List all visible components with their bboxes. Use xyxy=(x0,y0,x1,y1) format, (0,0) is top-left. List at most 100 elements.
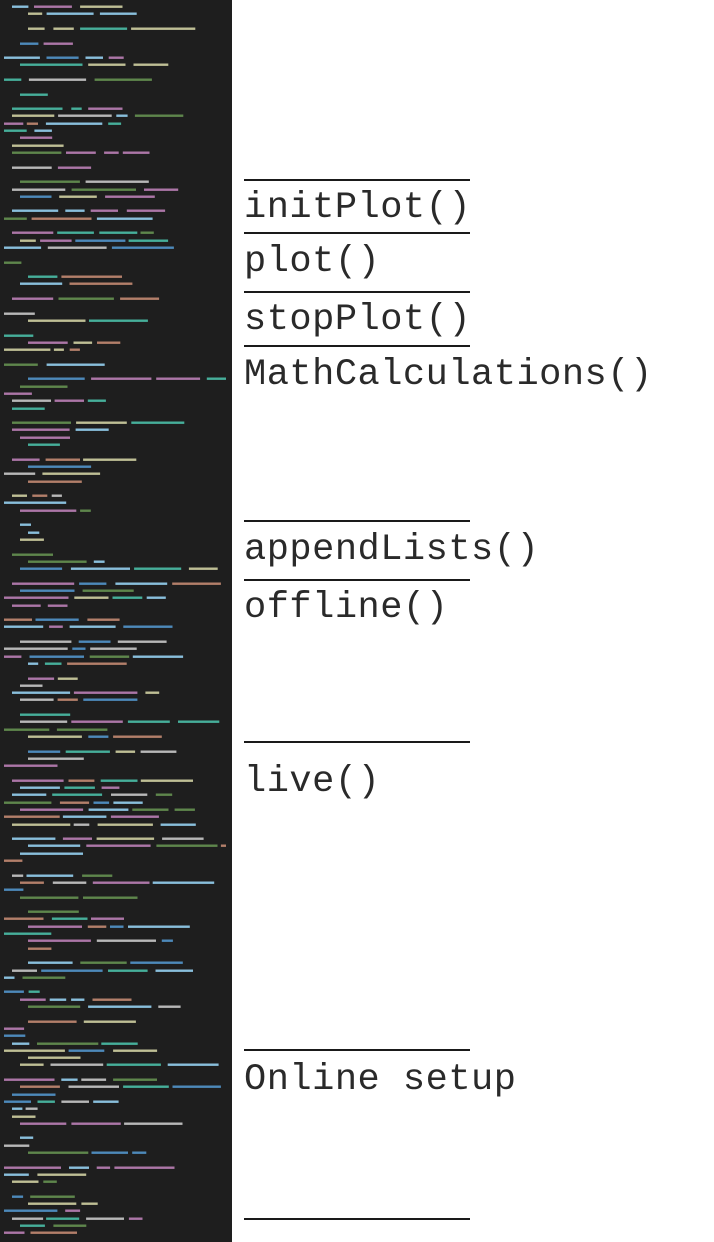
code-line-segment xyxy=(12,604,41,607)
code-line-segment xyxy=(20,640,72,643)
code-line-segment xyxy=(51,494,62,497)
code-line-segment xyxy=(4,596,69,599)
code-line-segment xyxy=(20,282,63,285)
code-line-segment xyxy=(52,881,87,884)
code-line-segment xyxy=(99,12,137,15)
code-line-segment xyxy=(167,1063,219,1066)
code-line-segment xyxy=(132,808,169,811)
section-label-stopplot: stopPlot() xyxy=(244,299,472,341)
code-line-segment xyxy=(4,1034,26,1037)
code-line-segment xyxy=(112,596,143,599)
code-line-segment xyxy=(12,1093,56,1096)
code-line-segment xyxy=(12,209,59,212)
code-line-segment xyxy=(134,567,182,570)
code-line-segment xyxy=(88,63,126,66)
code-line-segment xyxy=(4,647,68,650)
code-line-segment xyxy=(4,56,40,59)
code-line-segment xyxy=(96,837,155,840)
code-line-segment xyxy=(4,1144,30,1147)
code-line-segment xyxy=(73,691,138,694)
code-line-segment xyxy=(117,640,167,643)
code-line-segment xyxy=(20,589,75,592)
code-line-segment xyxy=(12,1217,44,1220)
code-line-segment xyxy=(28,319,86,322)
code-line-segment xyxy=(12,494,27,497)
code-line-segment xyxy=(56,728,108,731)
code-line-segment xyxy=(20,1085,60,1088)
code-line-segment xyxy=(96,939,156,942)
code-line-segment xyxy=(28,531,40,534)
code-line-segment xyxy=(78,640,111,643)
code-line-segment xyxy=(86,1217,124,1220)
code-line-segment xyxy=(28,757,84,760)
code-line-segment xyxy=(80,961,127,964)
code-line-segment xyxy=(115,582,168,585)
code-line-segment xyxy=(172,582,221,585)
code-line-segment xyxy=(58,297,114,300)
code-line-segment xyxy=(79,582,107,585)
code-line-segment xyxy=(12,458,40,461)
code-line-segment xyxy=(88,107,123,110)
code-line-segment xyxy=(20,786,60,789)
code-line-segment xyxy=(68,1049,105,1052)
code-line-segment xyxy=(45,458,80,461)
code-line-segment xyxy=(28,12,43,15)
code-line-segment xyxy=(69,282,133,285)
code-line-segment xyxy=(28,990,40,993)
code-line-segment xyxy=(89,655,130,658)
code-line-segment xyxy=(4,1100,31,1103)
code-line-segment xyxy=(4,859,23,862)
code-line-segment xyxy=(20,1122,67,1125)
code-line-segment xyxy=(57,698,78,701)
code-line-segment xyxy=(12,823,71,826)
code-line-segment xyxy=(144,188,179,191)
code-line-segment xyxy=(4,1173,29,1176)
code-line-segment xyxy=(133,63,169,66)
code-line-segment xyxy=(20,1063,44,1066)
code-line-segment xyxy=(145,691,160,694)
code-line-segment xyxy=(113,735,162,738)
code-line-segment xyxy=(99,231,138,234)
code-line-segment xyxy=(28,1005,81,1008)
code-line-segment xyxy=(28,662,39,665)
code-line-segment xyxy=(20,713,71,716)
code-line-segment xyxy=(155,969,193,972)
code-line-segment xyxy=(172,1085,221,1088)
code-line-segment xyxy=(64,786,95,789)
code-line-segment xyxy=(108,969,148,972)
section-divider-end xyxy=(244,1218,470,1220)
code-line-segment xyxy=(83,698,138,701)
code-line-segment xyxy=(28,1020,77,1023)
code-line-segment xyxy=(46,363,105,366)
code-line-segment xyxy=(4,976,15,979)
code-line-segment xyxy=(81,1202,98,1205)
code-line-segment xyxy=(66,151,96,154)
code-line-segment xyxy=(49,625,63,628)
code-line-segment xyxy=(108,122,122,125)
code-line-segment xyxy=(131,27,196,30)
code-line-segment xyxy=(156,377,201,380)
code-line-segment xyxy=(28,1056,81,1059)
code-line-segment xyxy=(28,480,82,483)
code-line-segment xyxy=(25,1107,38,1110)
code-line-segment xyxy=(4,363,38,366)
code-line-segment xyxy=(28,750,61,753)
code-line-segment xyxy=(28,844,81,847)
code-line-segment xyxy=(71,998,85,1001)
code-line-segment xyxy=(30,1195,75,1198)
section-label-online-setup: Online setup xyxy=(244,1059,517,1101)
code-line-segment xyxy=(4,312,35,315)
code-line-segment xyxy=(41,969,103,972)
code-line-segment xyxy=(97,823,153,826)
code-line-segment xyxy=(80,5,123,8)
code-line-segment xyxy=(57,677,78,680)
code-line-segment xyxy=(4,1166,61,1169)
section-divider-offline xyxy=(244,579,470,581)
code-line-segment xyxy=(20,896,79,899)
code-line-segment xyxy=(87,925,107,928)
code-line-segment xyxy=(20,1224,45,1227)
code-line-segment xyxy=(46,12,94,15)
code-line-segment xyxy=(126,209,166,212)
code-line-segment xyxy=(120,297,160,300)
code-line-segment xyxy=(115,750,136,753)
